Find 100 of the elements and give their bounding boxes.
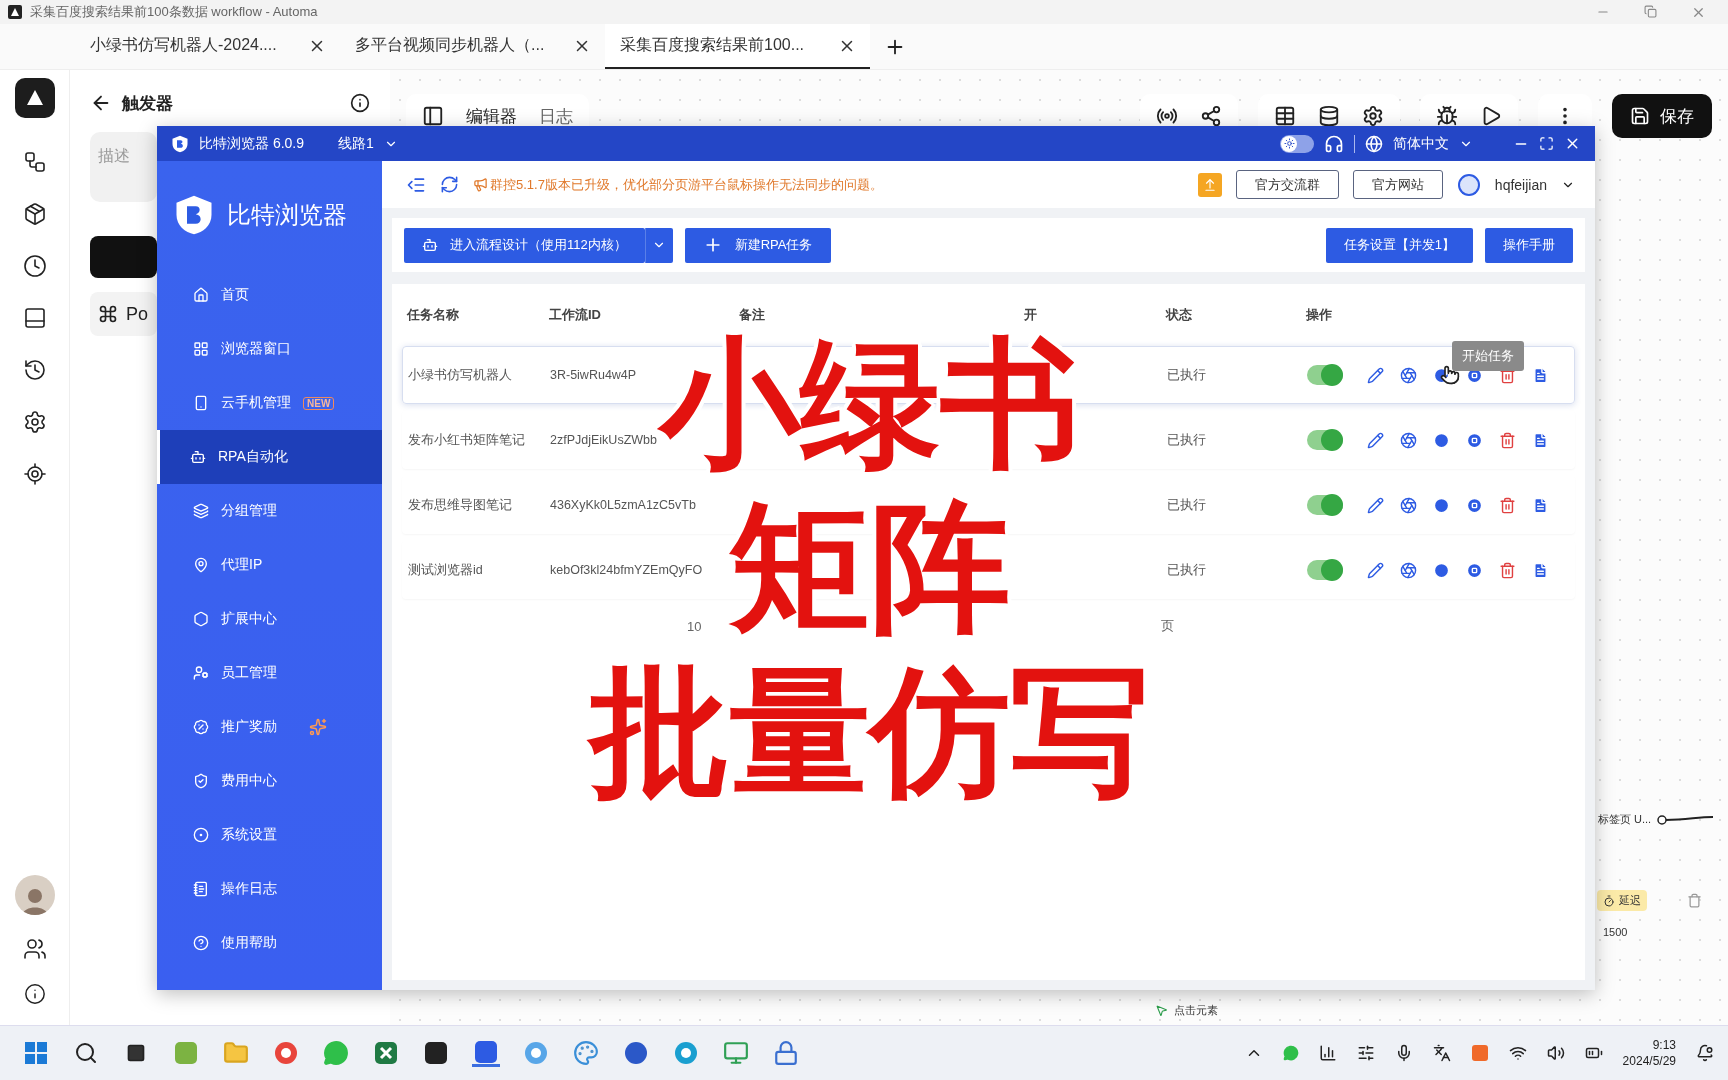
support-icon[interactable] — [1324, 133, 1344, 154]
dropdown-button[interactable] — [644, 227, 673, 263]
save-button[interactable]: 保存 — [1612, 94, 1712, 138]
nav-item[interactable]: 费用中心 — [160, 754, 382, 808]
nav-item[interactable]: 系统设置 — [160, 808, 382, 862]
pencil-icon[interactable] — [1367, 561, 1384, 579]
logo-icon[interactable] — [14, 78, 55, 118]
ring-app-icon[interactable] — [523, 1040, 549, 1066]
palette-icon[interactable] — [573, 1040, 599, 1066]
avatar-icon[interactable] — [14, 875, 55, 915]
delete-icon[interactable] — [1687, 893, 1702, 908]
user-avatar-icon[interactable] — [1456, 172, 1481, 197]
outline-button[interactable]: 官方交流群 — [1235, 170, 1339, 199]
nav-item[interactable]: 推广奖励 — [160, 700, 382, 754]
lock-icon[interactable] — [773, 1040, 799, 1066]
document-icon[interactable] — [1532, 561, 1549, 579]
start-icon[interactable] — [24, 1041, 48, 1065]
browser-icon[interactable] — [273, 1040, 299, 1066]
input-method-icon[interactable] — [1470, 1044, 1489, 1062]
toggle-switch[interactable] — [1307, 430, 1343, 450]
aperture-icon[interactable] — [1400, 496, 1417, 514]
task-view-icon[interactable] — [126, 1043, 146, 1063]
nav-label: 分组管理 — [221, 502, 277, 520]
description-field[interactable]: 描述 — [90, 132, 157, 202]
nav-item[interactable]: 首页 — [160, 268, 382, 322]
table-icon[interactable] — [1274, 105, 1296, 127]
nav-item[interactable]: 浏览器窗口 — [160, 322, 382, 376]
edge-browser-icon[interactable] — [673, 1040, 699, 1066]
stop-icon[interactable] — [1466, 561, 1483, 579]
globe-icon[interactable] — [1365, 134, 1383, 153]
nav-item[interactable]: 扩展中心 — [160, 592, 382, 646]
aperture-icon[interactable] — [1400, 561, 1417, 579]
nav-item[interactable]: RPA自动化 — [157, 430, 382, 484]
nav-item[interactable]: 员工管理 — [160, 646, 382, 700]
document-icon[interactable] — [1532, 431, 1549, 449]
nav-item[interactable]: 使用帮助 — [160, 916, 382, 970]
clock-icon[interactable] — [22, 254, 47, 278]
refresh-icon[interactable] — [440, 175, 459, 194]
notification-icon[interactable] — [1696, 1044, 1714, 1062]
nav-item[interactable]: 分组管理 — [160, 484, 382, 538]
document-icon[interactable] — [1532, 496, 1549, 514]
nav-item[interactable]: 云手机管理 NEW — [160, 376, 382, 430]
nav-item[interactable]: 操作日志 — [160, 862, 382, 916]
trash-icon[interactable] — [1499, 431, 1516, 449]
toggle-switch[interactable] — [1307, 495, 1343, 515]
new-task-button[interactable]: 新建RPA任务 — [684, 227, 831, 263]
pencil-icon[interactable] — [1367, 431, 1384, 449]
language-icon[interactable] — [1432, 1044, 1451, 1062]
database-icon[interactable] — [1318, 105, 1340, 127]
bars-icon[interactable] — [1318, 1044, 1337, 1062]
tab[interactable]: 小绿书仿写机器人-2024.... — [75, 24, 340, 69]
toggle-switch[interactable] — [1307, 560, 1343, 580]
volume-icon[interactable] — [1546, 1044, 1565, 1062]
stop-icon[interactable] — [1466, 496, 1483, 514]
document-icon[interactable] — [1532, 366, 1549, 384]
share-icon[interactable] — [1200, 105, 1222, 127]
view-tab[interactable]: 日志 — [539, 104, 573, 128]
wifi-icon[interactable] — [1508, 1044, 1527, 1062]
toggle-switch[interactable] — [1307, 365, 1343, 385]
aperture-icon[interactable] — [1400, 431, 1417, 449]
route-select[interactable]: 线路1 — [338, 134, 374, 153]
trash-icon[interactable] — [1499, 561, 1516, 579]
task-settings-button[interactable]: 任务设置【并发1】 — [1325, 227, 1473, 263]
tab[interactable]: 多平台视频同步机器人（... — [340, 24, 605, 69]
info-icon[interactable] — [350, 93, 370, 113]
pencil-icon[interactable] — [1367, 496, 1384, 514]
design-button[interactable]: 进入流程设计（使用112内核） — [404, 227, 645, 263]
outline-button[interactable]: 官方网站 — [1352, 170, 1443, 199]
user-name[interactable]: hqfeijian — [1494, 176, 1547, 193]
spreadsheet-icon[interactable] — [373, 1040, 399, 1066]
nav-item[interactable]: 代理IP — [160, 538, 382, 592]
history-icon[interactable] — [22, 358, 47, 382]
round-app-icon[interactable] — [623, 1040, 649, 1066]
panel-icon[interactable] — [22, 306, 47, 330]
stop-icon[interactable] — [1466, 431, 1483, 449]
search-icon[interactable] — [74, 1041, 98, 1065]
tab[interactable]: 采集百度搜索结果前100... — [605, 24, 870, 69]
trash-icon[interactable] — [1499, 496, 1516, 514]
list-item[interactable]: Po — [90, 292, 157, 336]
pencil-icon[interactable] — [1367, 366, 1384, 384]
restore-icon[interactable] — [1644, 4, 1657, 18]
crosshair-icon[interactable] — [22, 462, 47, 486]
theme-toggle[interactable] — [1280, 134, 1314, 153]
monitor-icon[interactable] — [723, 1040, 749, 1066]
package-icon[interactable] — [22, 202, 47, 226]
users-icon[interactable] — [22, 937, 47, 961]
triangle-app-icon[interactable] — [423, 1040, 449, 1066]
shield-app-icon[interactable] — [473, 1038, 499, 1065]
view-tab[interactable]: 编辑器 — [466, 104, 517, 128]
manual-button[interactable]: 操作手册 — [1485, 227, 1573, 263]
maximize-icon[interactable] — [1539, 136, 1554, 151]
bug-icon[interactable] — [1436, 105, 1458, 127]
info-icon[interactable] — [23, 983, 46, 1005]
sliders-icon[interactable] — [1356, 1044, 1375, 1062]
primary-button[interactable] — [90, 236, 157, 278]
workflow-icon[interactable] — [22, 150, 47, 174]
aperture-icon[interactable] — [1400, 366, 1417, 384]
language-select[interactable]: 简体中文 — [1393, 134, 1449, 153]
sidebar-icon[interactable] — [422, 105, 444, 127]
table-cell-text: 已执行 — [1167, 561, 1207, 579]
